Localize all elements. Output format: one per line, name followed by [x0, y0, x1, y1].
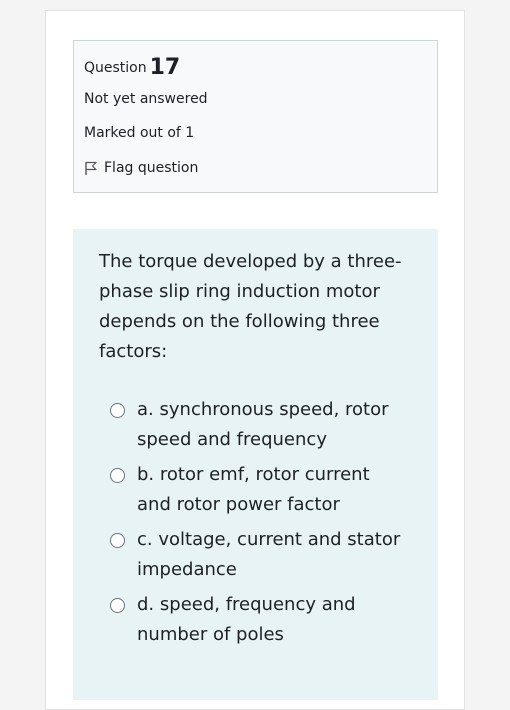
option-a[interactable]: a. synchronous speed, rotor speed and fr…	[110, 395, 430, 455]
flag-question-label: Flag question	[104, 160, 199, 176]
option-letter: d.	[137, 594, 155, 615]
flag-question-link[interactable]: Flag question	[84, 160, 198, 176]
option-letter: b.	[137, 464, 155, 485]
option-text: voltage, current and stator impedance	[137, 529, 401, 580]
question-state: Not yet answered	[84, 91, 208, 107]
question-content: The torque developed by a three-phase sl…	[73, 229, 438, 700]
question-grade: Marked out of 1	[84, 125, 195, 141]
flag-icon	[85, 161, 97, 175]
option-text: speed, frequency and number of poles	[137, 594, 356, 645]
option-label: c. voltage, current and stator impedance	[137, 525, 407, 585]
option-label: b. rotor emf, rotor current and rotor po…	[137, 460, 407, 520]
radio-icon[interactable]	[110, 533, 125, 548]
question-info: Question 17 Not yet answered Marked out o…	[73, 40, 438, 193]
question-label: Question	[84, 60, 147, 76]
radio-icon[interactable]	[110, 598, 125, 613]
option-text: synchronous speed, rotor speed and frequ…	[137, 399, 389, 450]
option-label: d. speed, frequency and number of poles	[137, 590, 407, 650]
option-letter: c.	[137, 529, 153, 550]
option-letter: a.	[137, 399, 154, 420]
answer-options: a. synchronous speed, rotor speed and fr…	[110, 395, 430, 655]
question-number: 17	[149, 55, 181, 80]
option-text: rotor emf, rotor current and rotor power…	[137, 464, 370, 515]
option-label: a. synchronous speed, rotor speed and fr…	[137, 395, 407, 455]
option-d[interactable]: d. speed, frequency and number of poles	[110, 590, 430, 650]
option-c[interactable]: c. voltage, current and stator impedance	[110, 525, 430, 585]
question-text: The torque developed by a three-phase sl…	[99, 251, 402, 362]
question-title: Question 17	[84, 53, 181, 80]
option-b[interactable]: b. rotor emf, rotor current and rotor po…	[110, 460, 430, 520]
radio-icon[interactable]	[110, 468, 125, 483]
radio-icon[interactable]	[110, 403, 125, 418]
